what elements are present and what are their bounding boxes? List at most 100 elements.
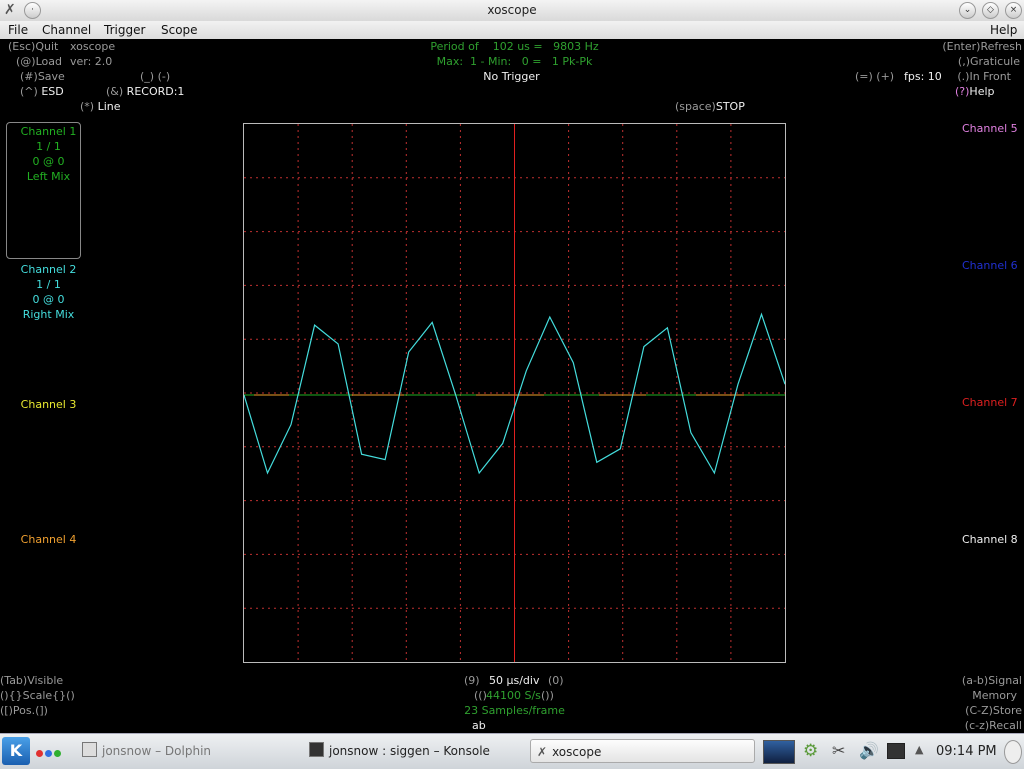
scale-control[interactable]: (){}Scale{}() <box>0 689 75 702</box>
app-name: xoscope <box>70 40 116 53</box>
terminal-icon <box>309 742 324 757</box>
kde-menu-icon[interactable]: K <box>2 737 30 765</box>
network-icon[interactable] <box>887 743 905 759</box>
cashew-icon[interactable] <box>1004 740 1022 764</box>
record-label: RECORD:1 <box>126 85 185 98</box>
minimize-button[interactable]: ⌄ <box>959 2 976 19</box>
save-label: Save <box>37 70 65 83</box>
line-control[interactable]: (*) Line <box>80 100 121 113</box>
load-control[interactable]: (@)Load <box>16 55 62 68</box>
scope-graticule <box>244 124 785 662</box>
channel-1-scale: 1 / 1 <box>36 140 61 153</box>
window-title: xoscope <box>487 3 537 17</box>
load-label: Load <box>35 55 62 68</box>
samplerate-readout: 44100 S/s <box>486 689 541 702</box>
ab-label: ab <box>472 719 486 732</box>
store-control[interactable]: (C-Z)Store <box>965 704 1022 717</box>
taskbar: K jonsnow – Dolphin jonsnow : siggen – K… <box>0 733 1024 769</box>
signal-control[interactable]: (a-b)Signal <box>962 674 1022 687</box>
refresh-control[interactable]: (Enter)Refresh <box>942 40 1022 53</box>
xoscope-icon: ✗ <box>537 745 548 759</box>
graticule-key: (,) <box>957 55 970 68</box>
channel-1-pos: 0 @ 0 <box>32 155 65 168</box>
samplerate-dec-key[interactable]: (() <box>474 689 487 702</box>
channel-2-source: Right Mix <box>22 308 75 321</box>
folder-icon <box>82 742 97 757</box>
line-key: (*) <box>80 100 95 113</box>
channel-8-name[interactable]: Channel 8 <box>962 533 1018 546</box>
help-control[interactable]: (?)Help <box>955 85 995 98</box>
activity-dots-icon[interactable] <box>36 746 61 760</box>
title-bar: ✗ · xoscope ⌄ ◇ × <box>0 0 1024 21</box>
close-button[interactable]: × <box>1005 2 1022 19</box>
maxmin-readout: Max: 1 - Min: 0 = 1 Pk-Pk <box>436 55 593 68</box>
fps-readout: fps: 10 <box>904 70 942 83</box>
channel-2-scale: 1 / 1 <box>36 278 61 291</box>
front-label: In Front <box>969 70 1011 83</box>
underscore-keys[interactable]: (_) (-) <box>140 70 170 83</box>
pos-control[interactable]: ([)Pos.(]) <box>0 704 48 717</box>
help-key: (?) <box>955 85 970 98</box>
channel-5-name[interactable]: Channel 5 <box>962 122 1018 135</box>
record-control[interactable]: (&) RECORD:1 <box>106 85 184 98</box>
channel-4-name[interactable]: Channel 4 <box>6 533 91 546</box>
channel-1-name: Channel 1 <box>20 125 77 138</box>
task-xoscope-label: xoscope <box>552 745 602 759</box>
save-key: (#) <box>20 70 38 83</box>
graticule-label: Graticule <box>970 55 1020 68</box>
channel-2-name[interactable]: Channel 2 <box>6 263 91 276</box>
quit-control[interactable]: (Esc)Quit <box>8 40 58 53</box>
menu-channel[interactable]: Channel <box>42 23 91 37</box>
stop-control[interactable]: (space)STOP <box>675 100 745 113</box>
desktop-pager-icon[interactable] <box>763 740 795 764</box>
task-konsole-label: jonsnow : siggen – Konsole <box>329 744 490 758</box>
esd-control[interactable]: (^) ESD <box>20 85 64 98</box>
scope-display <box>243 123 786 663</box>
menu-bar: File Channel Trigger Scope Help <box>0 21 1024 39</box>
timebase-readout: 50 µs/div <box>489 674 540 687</box>
task-xoscope[interactable]: ✗ xoscope <box>530 739 755 763</box>
channel-7-name[interactable]: Channel 7 <box>962 396 1018 409</box>
timebase-inc-key[interactable]: (0) <box>548 674 564 687</box>
samples-per-frame: 23 Samples/frame <box>464 704 565 717</box>
maximize-button[interactable]: ◇ <box>982 2 999 19</box>
quit-key: (Esc) <box>8 40 36 53</box>
front-key: (.) <box>957 70 970 83</box>
record-key: (&) <box>106 85 124 98</box>
fps-keys[interactable]: (=) (+) <box>855 70 894 83</box>
recall-control[interactable]: (c-z)Recall <box>965 719 1022 732</box>
save-control[interactable]: (#)Save <box>20 70 65 83</box>
clock[interactable]: 09:14 PM <box>936 744 997 759</box>
front-control[interactable]: (.)In Front <box>957 70 1011 83</box>
stop-label: STOP <box>715 100 745 113</box>
refresh-key: (Enter) <box>942 40 981 53</box>
line-label: Line <box>97 100 121 113</box>
tray-expand-icon[interactable]: ▲ <box>915 743 923 756</box>
channel-2-pos: 0 @ 0 <box>32 293 65 306</box>
scissors-icon[interactable]: ✂ <box>832 741 845 760</box>
menu-help[interactable]: Help <box>990 23 1017 37</box>
esd-label: ESD <box>41 85 64 98</box>
quit-label: Quit <box>35 40 59 53</box>
trigger-status: No Trigger <box>483 70 540 83</box>
period-readout: Period of 102 us = 9803 Hz <box>430 40 599 53</box>
memory-label: Memory <box>972 689 1017 702</box>
visible-control[interactable]: (Tab)Visible <box>0 674 63 687</box>
help-label: Help <box>969 85 995 98</box>
task-dolphin-label: jonsnow – Dolphin <box>102 744 212 758</box>
version-label: ver: 2.0 <box>70 55 113 68</box>
load-key: (@) <box>16 55 36 68</box>
menu-scope[interactable]: Scope <box>161 23 198 37</box>
volume-icon[interactable]: 🔊 <box>859 741 879 760</box>
menu-trigger[interactable]: Trigger <box>104 23 145 37</box>
menu-file[interactable]: File <box>8 23 28 37</box>
settings-gear-icon[interactable]: ⚙ <box>803 741 818 761</box>
samplerate-inc-key[interactable]: ()) <box>541 689 554 702</box>
stop-key: (space) <box>675 100 716 113</box>
channel-3-name[interactable]: Channel 3 <box>6 398 91 411</box>
channel-6-name[interactable]: Channel 6 <box>962 259 1018 272</box>
graticule-control[interactable]: (,)Graticule <box>958 55 1020 68</box>
task-konsole[interactable]: jonsnow : siggen – Konsole <box>303 739 523 763</box>
task-dolphin[interactable]: jonsnow – Dolphin <box>76 739 296 763</box>
timebase-dec-key[interactable]: (9) <box>464 674 480 687</box>
